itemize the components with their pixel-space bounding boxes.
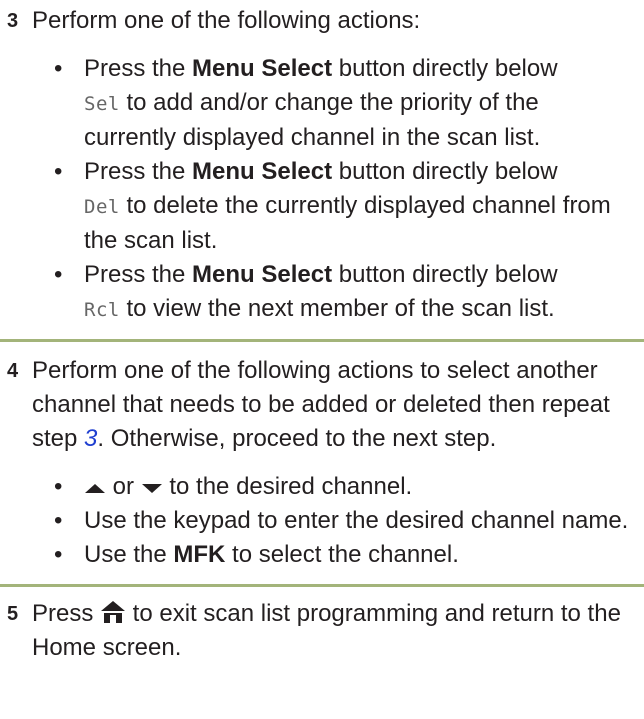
mfk-label: MFK xyxy=(173,541,226,568)
divider xyxy=(0,584,644,587)
list-item: • Press the Menu Select button directly … xyxy=(32,258,634,327)
display-code: Sel xyxy=(84,93,120,115)
list-item: • Press the Menu Select button directly … xyxy=(32,155,634,258)
menu-select-label: Menu Select xyxy=(192,55,333,82)
arrow-up-icon xyxy=(85,483,105,493)
menu-select-label: Menu Select xyxy=(192,261,333,288)
step-link[interactable]: 3 xyxy=(84,425,97,452)
list-item: • Use the keypad to enter the desired ch… xyxy=(32,504,634,538)
menu-select-label: Menu Select xyxy=(192,158,333,185)
home-icon xyxy=(101,601,126,623)
list-item: • Press the Menu Select button directly … xyxy=(32,52,634,155)
list-item: • or to the desired channel. xyxy=(32,470,634,504)
step-number: 4 xyxy=(7,360,19,382)
step-5: 5 Press to exit scan list programming an… xyxy=(0,597,644,665)
display-code: Rcl xyxy=(84,299,120,321)
step-3: 3 Perform one of the following actions: … xyxy=(0,4,644,327)
bullet: • xyxy=(54,261,63,288)
step-number: 3 xyxy=(7,10,19,32)
action-list: • or to the desired channel. • Use the k… xyxy=(32,470,634,572)
bullet: • xyxy=(54,541,63,568)
bullet: • xyxy=(54,507,63,534)
bullet: • xyxy=(54,55,63,82)
bullet: • xyxy=(54,473,63,500)
bullet: • xyxy=(54,158,63,185)
display-code: Del xyxy=(84,196,120,218)
step-number: 5 xyxy=(7,603,19,625)
arrow-down-icon xyxy=(141,483,162,493)
action-list: • Press the Menu Select button directly … xyxy=(32,52,634,327)
step-intro: Perform one of the following actions: xyxy=(32,7,421,34)
step-text: Press to exit scan list programming and … xyxy=(32,600,621,661)
step-intro: Perform one of the following actions to … xyxy=(32,357,610,452)
list-item: • Use the MFK to select the channel. xyxy=(32,538,634,572)
step-4: 4 Perform one of the following actions t… xyxy=(0,354,644,572)
divider xyxy=(0,339,644,342)
